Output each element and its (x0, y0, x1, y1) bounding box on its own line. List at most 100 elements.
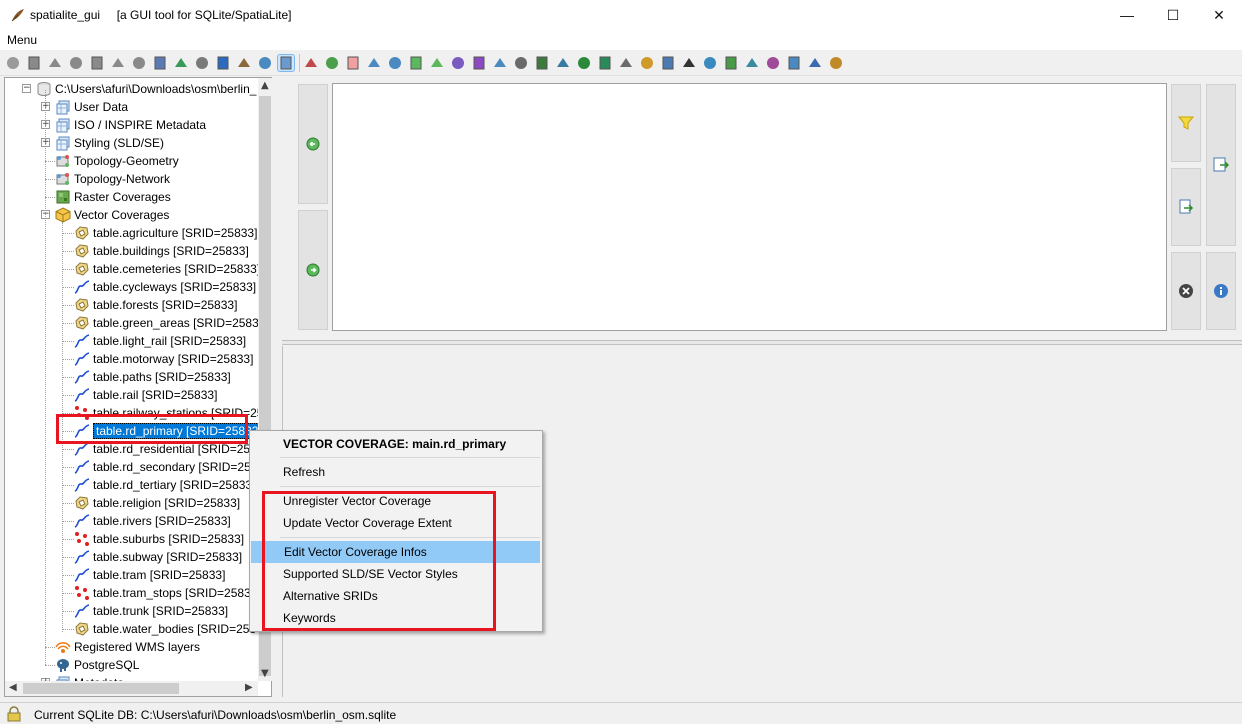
toolbar-button[interactable] (344, 54, 362, 72)
tree-coverage-item[interactable]: table.tram_stops [SRID=25833 (5, 584, 258, 602)
tree-connector (62, 521, 74, 522)
toolbar-button[interactable] (386, 54, 404, 72)
toolbar-button[interactable] (722, 54, 740, 72)
toolbar-button[interactable] (533, 54, 551, 72)
hscroll-thumb[interactable] (23, 683, 179, 694)
load-sql-button[interactable] (1171, 168, 1201, 246)
toolbar-button[interactable] (323, 54, 341, 72)
tree-item-label: table.agriculture [SRID=25833] (93, 226, 258, 240)
tree-coverage-item[interactable]: table.motorway [SRID=25833] (5, 350, 258, 368)
toolbar-button[interactable] (638, 54, 656, 72)
toolbar-button[interactable] (491, 54, 509, 72)
toolbar-button[interactable] (659, 54, 677, 72)
tree-coverage-item[interactable]: table.cycleways [SRID=25833] (5, 278, 258, 296)
sql-query-input[interactable] (332, 83, 1167, 331)
toolbar-button[interactable] (151, 54, 169, 72)
toolbar-tool-icon (788, 56, 800, 70)
clear-sql-button[interactable] (1171, 252, 1201, 330)
history-forward-button[interactable] (298, 210, 328, 330)
toolbar-button[interactable] (512, 54, 530, 72)
line-icon (74, 459, 90, 475)
tree-coverage-item[interactable]: table.water_bodies [SRID=258 (5, 620, 258, 638)
tree-node-topology-geometry[interactable]: Topology-Geometry (5, 152, 258, 170)
toolbar-button[interactable] (449, 54, 467, 72)
tree-node-user-data[interactable]: + User Data (5, 98, 258, 116)
tree-coverage-item[interactable]: table.paths [SRID=25833] (5, 368, 258, 386)
tree-node-topology-network[interactable]: Topology-Network (5, 170, 258, 188)
toolbar-button[interactable] (130, 54, 148, 72)
toolbar-button[interactable] (365, 54, 383, 72)
toolbar-button[interactable] (407, 54, 425, 72)
tree-coverage-item[interactable]: table.rivers [SRID=25833] (5, 512, 258, 530)
tree-item-label: table.rd_residential [SRID=258 (93, 442, 257, 456)
maximize-button[interactable]: ☐ (1150, 0, 1196, 30)
tree-coverage-item[interactable]: table.religion [SRID=25833] (5, 494, 258, 512)
toolbar-button[interactable] (806, 54, 824, 72)
toolbar-button[interactable] (785, 54, 803, 72)
toolbar-button[interactable] (235, 54, 253, 72)
menu-item-menu[interactable]: Menu (7, 33, 37, 47)
tree-node-raster-coverages[interactable]: Raster Coverages (5, 188, 258, 206)
toolbar-button[interactable] (256, 54, 274, 72)
tree-node-metadata[interactable]: +Metadata (5, 674, 258, 681)
toolbar-button[interactable] (193, 54, 211, 72)
execute-sql-button[interactable] (1206, 84, 1236, 246)
toolbar-button[interactable] (827, 54, 845, 72)
close-window-button[interactable]: ✕ (1196, 0, 1242, 30)
toolbar-button[interactable] (701, 54, 719, 72)
toolbar-button[interactable] (172, 54, 190, 72)
collapse-toggle[interactable]: − (22, 84, 31, 93)
tree-root-db[interactable]: − C:\Users\afuri\Downloads\osm\berlin_ (5, 80, 258, 98)
toolbar-button[interactable] (302, 54, 320, 72)
toolbar-button[interactable] (4, 54, 22, 72)
tree-coverage-item[interactable]: table.tram [SRID=25833] (5, 566, 258, 584)
tree-coverage-item[interactable]: table.cemeteries [SRID=25833] (5, 260, 258, 278)
scroll-right-icon[interactable]: ▶ (245, 682, 253, 693)
tree-coverage-item[interactable]: table.green_areas [SRID=25833] (5, 314, 258, 332)
menu-item-refresh[interactable]: Refresh (250, 461, 542, 483)
line-icon (74, 333, 90, 349)
scroll-up-icon[interactable]: ▲ (261, 80, 269, 91)
toolbar-button[interactable] (575, 54, 593, 72)
tree-coverage-item[interactable]: table.suburbs [SRID=25833] (5, 530, 258, 548)
scroll-left-icon[interactable]: ◀ (9, 682, 17, 693)
db-tree[interactable]: − C:\Users\afuri\Downloads\osm\berlin_ + Us… (5, 78, 258, 681)
toolbar-button[interactable] (554, 54, 572, 72)
toolbar-button[interactable] (596, 54, 614, 72)
tree-coverage-item[interactable]: table.subway [SRID=25833] (5, 548, 258, 566)
tree-coverage-item[interactable]: table.buildings [SRID=25833] (5, 242, 258, 260)
tree-coverage-item[interactable]: table.rd_secondary [SRID=258 (5, 458, 258, 476)
tree-coverage-item[interactable]: table.trunk [SRID=25833] (5, 602, 258, 620)
horizontal-splitter[interactable] (282, 340, 1242, 345)
tree-node-iso-inspire-metadata[interactable]: + ISO / INSPIRE Metadata (5, 116, 258, 134)
tree-coverage-item[interactable]: table.rd_tertiary [SRID=25833] (5, 476, 258, 494)
tree-connector (62, 251, 74, 252)
info-button[interactable] (1206, 252, 1236, 330)
tree-coverage-item[interactable]: table.agriculture [SRID=25833] (5, 224, 258, 242)
toolbar-button[interactable] (470, 54, 488, 72)
tree-coverage-item[interactable]: table.rail [SRID=25833] (5, 386, 258, 404)
toolbar-button[interactable] (25, 54, 43, 72)
toolbar-button[interactable] (67, 54, 85, 72)
tree-coverage-item[interactable]: table.light_rail [SRID=25833] (5, 332, 258, 350)
tree-coverage-item[interactable]: table.forests [SRID=25833] (5, 296, 258, 314)
tree-horizontal-scrollbar[interactable]: ◀ ▶ (5, 681, 258, 696)
toolbar-button[interactable] (46, 54, 64, 72)
tree-node-postgresql[interactable]: PostgreSQL (5, 656, 258, 674)
toolbar-button[interactable] (764, 54, 782, 72)
toolbar-button[interactable] (428, 54, 446, 72)
toolbar-button[interactable] (277, 54, 295, 72)
toolbar-button[interactable] (214, 54, 232, 72)
filter-button[interactable] (1171, 84, 1201, 162)
toolbar-button[interactable] (88, 54, 106, 72)
minimize-button[interactable]: — (1104, 0, 1150, 30)
tree-node-vector-coverages[interactable]: − Vector Coverages (5, 206, 258, 224)
toolbar-button[interactable] (743, 54, 761, 72)
scroll-down-icon[interactable]: ▼ (261, 668, 269, 679)
toolbar-button[interactable] (109, 54, 127, 72)
tree-node-registered-wms-layers[interactable]: Registered WMS layers (5, 638, 258, 656)
tree-node-styling-sld-se-[interactable]: + Styling (SLD/SE) (5, 134, 258, 152)
history-back-button[interactable] (298, 84, 328, 204)
toolbar-button[interactable] (617, 54, 635, 72)
toolbar-button[interactable] (680, 54, 698, 72)
